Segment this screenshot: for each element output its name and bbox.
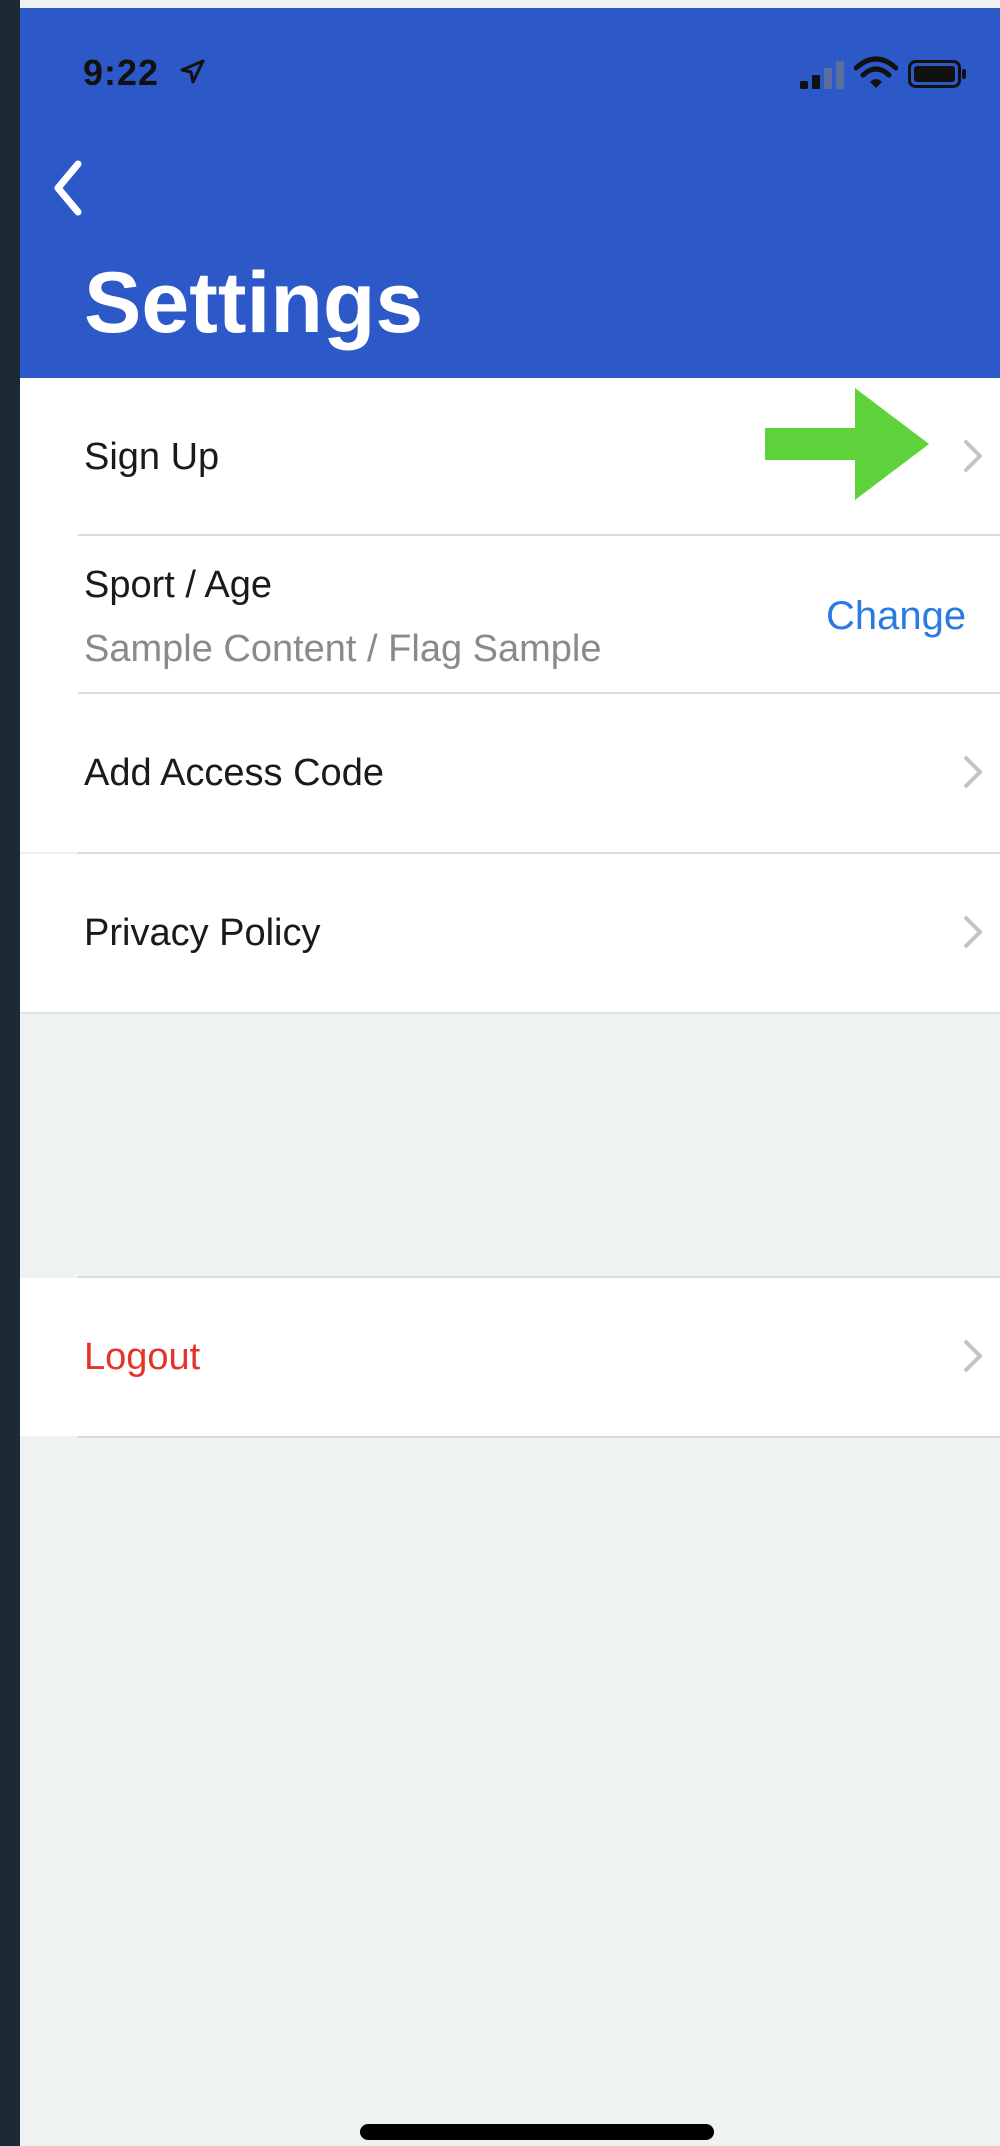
sport-age-value: Sample Content / Flag Sample [84,628,602,670]
back-button[interactable] [40,148,100,228]
chevron-right-icon [964,1340,982,1372]
chevron-right-icon [964,440,982,472]
navigation-header: 9:22 Settings [20,8,1000,378]
status-time: 9:22 [83,52,160,93]
wifi-icon [854,56,898,88]
add-access-code-row[interactable]: Add Access Code [20,694,1000,852]
chevron-left-icon [54,160,82,216]
row-divider [78,1436,1000,1438]
chevron-right-icon [964,756,982,788]
logout-label: Logout [84,1336,201,1378]
sport-age-label: Sport / Age [84,564,273,606]
chevron-right-icon [964,916,982,948]
location-arrow-icon [180,59,205,84]
sign-up-label: Sign Up [84,436,220,478]
add-access-code-label: Add Access Code [84,752,384,794]
section-divider [20,1012,1000,1014]
privacy-policy-label: Privacy Policy [84,912,321,954]
battery-icon [908,60,966,88]
home-indicator [360,2124,714,2140]
cellular-signal-icon [800,61,844,89]
arrow-right-icon [765,388,929,500]
change-sport-age-button[interactable]: Change [826,596,966,636]
page-title: Settings [84,255,424,351]
privacy-policy-row[interactable]: Privacy Policy [20,854,1000,1012]
logout-row[interactable]: Logout [20,1278,1000,1436]
settings-screen: 9:22 Settings Sign Up Sport / Age Sample… [20,0,1000,2146]
